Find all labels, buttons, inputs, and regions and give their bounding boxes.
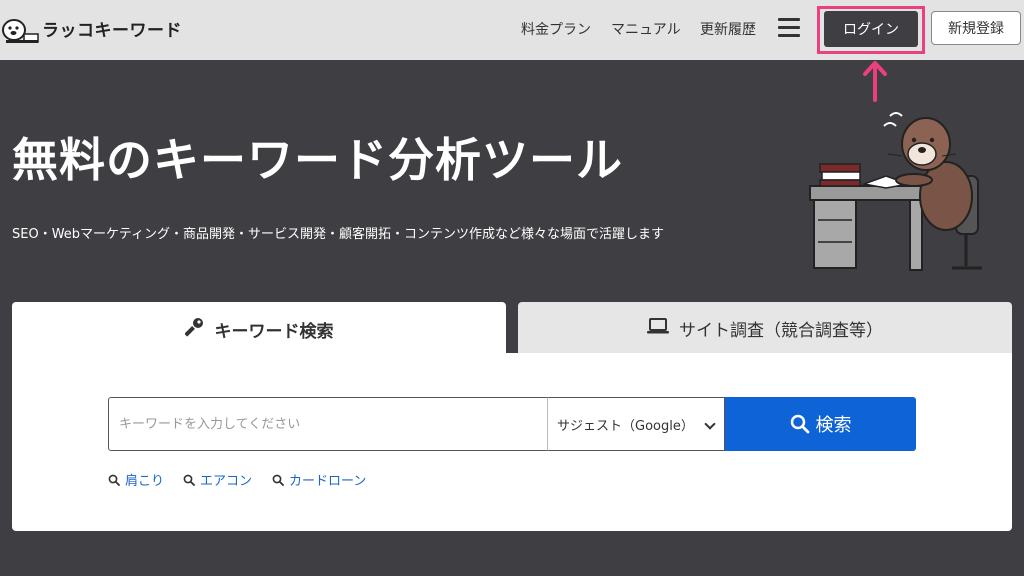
nav-manual[interactable]: マニュアル [611,19,681,39]
search-icon [108,474,120,486]
laptop-icon [647,317,669,339]
tab-site-research-label: サイト調査（競合調査等） [679,320,883,341]
nav-changelog[interactable]: 更新履歴 [700,19,756,39]
keyword-search-input[interactable] [108,397,548,451]
suggestion-label: カードローン [289,474,367,489]
site-header: ラッコキーワード 料金プラン マニュアル 更新履歴 ログイン 新規登録 [0,0,1024,60]
suggestion-link[interactable]: エアコン [183,470,252,489]
login-button[interactable]: ログイン [824,11,918,47]
tab-keyword-search-label: キーワード検索 [214,321,334,342]
suggestion-label: エアコン [200,474,253,489]
tab-keyword-search[interactable]: キーワード検索 [12,302,506,356]
search-icon [272,474,284,486]
arrow-up-annotation-icon [863,61,887,102]
signup-button[interactable]: 新規登録 [931,11,1021,45]
suggestion-link[interactable]: 肩こり [108,470,164,489]
hero-subtitle: SEO・Webマーケティング・商品開発・サービス開発・顧客開拓・コンテンツ作成な… [12,227,665,242]
search-icon [790,414,809,434]
otter-mascot-illustration [809,112,982,271]
suggestion-link[interactable]: カードローン [272,470,366,489]
key-icon [183,317,205,342]
otter-logo-icon [0,8,40,48]
tab-site-research[interactable]: サイト調査（競合調査等） [518,302,1012,354]
logo-text: ラッコキーワード [42,20,182,41]
search-button[interactable]: 検索 [725,397,916,451]
suggest-source-value: サジェスト（Google） [557,418,694,434]
chevron-down-icon [704,418,716,430]
hamburger-menu-icon[interactable] [778,18,800,38]
suggestion-label: 肩こり [125,474,165,489]
site-logo[interactable]: ラッコキーワード [0,8,182,48]
search-icon [183,474,195,486]
hero-title: 無料のキーワード分析ツール [12,133,623,187]
search-button-label: 検索 [815,415,852,436]
nav-pricing[interactable]: 料金プラン [521,19,591,39]
suggest-source-select[interactable]: サジェスト（Google） [547,397,725,451]
